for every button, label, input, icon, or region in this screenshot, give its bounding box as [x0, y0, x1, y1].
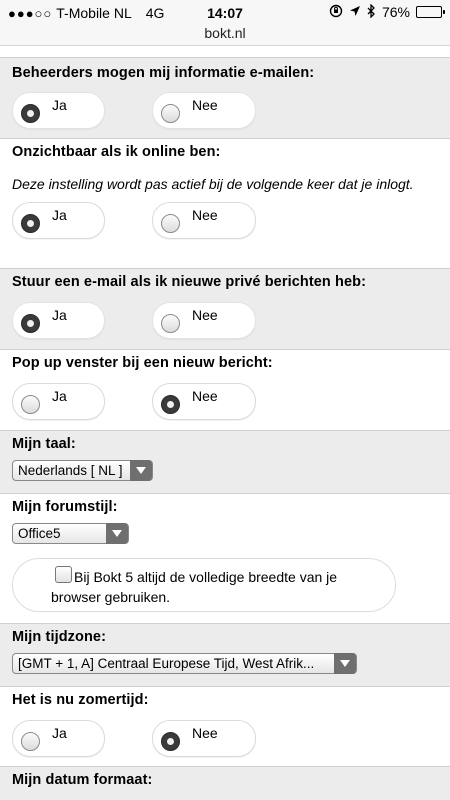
radio-label: Ja [52, 97, 67, 113]
radio-label: Nee [192, 207, 218, 223]
radio-button[interactable] [21, 395, 40, 414]
radio-button[interactable] [21, 214, 40, 233]
full-width-option[interactable]: Bij Bokt 5 altijd de volledige breedte v… [12, 558, 396, 612]
radio-group: Ja Nee [12, 202, 438, 239]
radio-label: Ja [52, 388, 67, 404]
location-icon [349, 5, 361, 19]
section-admin-email: Beheerders mogen mij informatie e-mailen… [0, 58, 450, 139]
radio-button[interactable] [161, 395, 180, 414]
section-title: Pop up venster bij een nieuw bericht: [12, 355, 273, 371]
radio-option-ja[interactable]: Ja [12, 720, 105, 757]
radio-button[interactable] [21, 104, 40, 123]
radio-button[interactable] [21, 314, 40, 333]
radio-label: Ja [52, 307, 67, 323]
section-title: Beheerders mogen mij informatie e-mailen… [12, 65, 315, 81]
radio-group: Ja Nee [12, 720, 438, 757]
radio-button[interactable] [161, 104, 180, 123]
radio-option-nee[interactable]: Nee [152, 92, 256, 129]
section-language: Mijn taal: Nederlands [ NL ] [0, 431, 450, 494]
address-bar-url[interactable]: bokt.nl [0, 25, 450, 41]
status-bar: ●●●○○ T-Mobile NL 4G 14:07 bokt.nl 76% [0, 0, 450, 46]
orientation-lock-icon [329, 4, 343, 20]
section-top-stub [0, 47, 450, 58]
section-popup: Pop up venster bij een nieuw bericht: Ja… [0, 350, 450, 431]
section-timezone: Mijn tijdzone: [GMT + 1, A] Centraal Eur… [0, 624, 450, 687]
radio-label: Ja [52, 725, 67, 741]
status-right: 76% [329, 3, 445, 20]
chevron-down-icon [130, 460, 152, 481]
radio-button[interactable] [161, 732, 180, 751]
radio-option-ja[interactable]: Ja [12, 202, 105, 239]
timezone-select[interactable]: [GMT + 1, A] Centraal Europese Tijd, Wes… [12, 653, 357, 674]
radio-label: Nee [192, 388, 218, 404]
forum-style-select[interactable]: Office5 [12, 523, 129, 544]
section-title: Mijn tijdzone: [12, 629, 107, 645]
radio-option-ja[interactable]: Ja [12, 302, 105, 339]
radio-option-ja[interactable]: Ja [12, 92, 105, 129]
radio-label: Nee [192, 725, 218, 741]
settings-form: Beheerders mogen mij informatie e-mailen… [0, 47, 450, 800]
radio-label: Nee [192, 307, 218, 323]
chevron-down-icon [334, 653, 356, 674]
section-title: Mijn forumstijl: [12, 499, 118, 515]
section-dst: Het is nu zomertijd: Ja Nee [0, 687, 450, 767]
select-value: Nederlands [ NL ] [18, 463, 123, 478]
select-value: Office5 [18, 526, 61, 541]
radio-button[interactable] [21, 732, 40, 751]
radio-button[interactable] [161, 314, 180, 333]
select-value: [GMT + 1, A] Centraal Europese Tijd, Wes… [18, 656, 315, 671]
radio-option-nee[interactable]: Nee [152, 383, 256, 420]
section-pm-email: Stuur een e-mail als ik nieuwe privé ber… [0, 269, 450, 350]
checkbox-label: Bij Bokt 5 altijd de volledige breedte v… [51, 569, 338, 605]
section-title: Mijn taal: [12, 436, 76, 452]
battery-icon [416, 6, 445, 18]
radio-option-ja[interactable]: Ja [12, 383, 105, 420]
section-title: Mijn datum formaat: [12, 772, 153, 788]
section-forum-style: Mijn forumstijl: Office5 Bij Bokt 5 alti… [0, 494, 450, 624]
radio-label: Ja [52, 207, 67, 223]
radio-label: Nee [192, 97, 218, 113]
section-invisible: Onzichtbaar als ik online ben: Deze inst… [0, 139, 450, 269]
radio-group: Ja Nee [12, 92, 438, 129]
section-title: Onzichtbaar als ik online ben: [12, 144, 221, 160]
section-title: Stuur een e-mail als ik nieuwe privé ber… [12, 274, 367, 290]
chevron-down-icon [106, 523, 128, 544]
bluetooth-icon [367, 3, 376, 20]
radio-option-nee[interactable]: Nee [152, 302, 256, 339]
radio-option-nee[interactable]: Nee [152, 720, 256, 757]
language-select[interactable]: Nederlands [ NL ] [12, 460, 153, 481]
radio-button[interactable] [161, 214, 180, 233]
battery-percent: 76% [381, 4, 410, 20]
radio-group: Ja Nee [12, 302, 438, 339]
section-date-format: Mijn datum formaat: [0, 767, 450, 800]
section-title: Het is nu zomertijd: [12, 692, 149, 708]
radio-group: Ja Nee [12, 383, 438, 420]
section-note: Deze instelling wordt pas actief bij de … [12, 176, 414, 192]
radio-option-nee[interactable]: Nee [152, 202, 256, 239]
